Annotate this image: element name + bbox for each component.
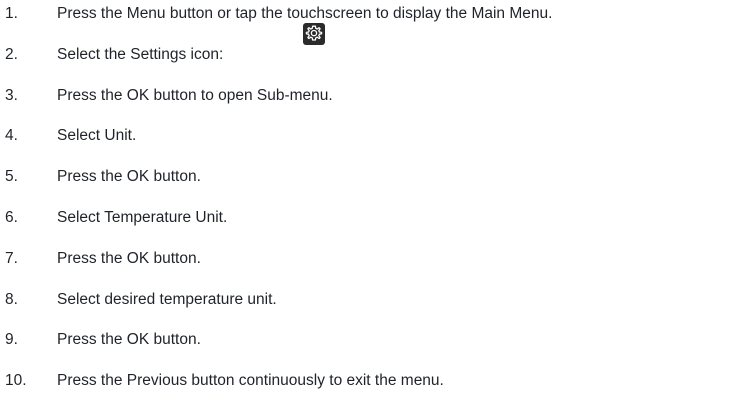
gear-icon bbox=[303, 23, 325, 45]
instruction-list: 1. Press the Menu button or tap the touc… bbox=[0, 5, 741, 413]
list-item: 8. Select desired temperature unit. bbox=[0, 291, 741, 332]
list-item: 1. Press the Menu button or tap the touc… bbox=[0, 5, 741, 46]
step-text: Press the OK button. bbox=[57, 168, 201, 186]
step-number: 3. bbox=[5, 86, 18, 104]
step-number: 4. bbox=[5, 127, 18, 145]
step-text: Select Unit. bbox=[57, 127, 137, 145]
step-text: Select the Settings icon: bbox=[57, 45, 224, 63]
step-text: Press the OK button. bbox=[57, 249, 201, 267]
step-text: Press the OK button to open Sub-menu. bbox=[57, 86, 333, 104]
step-number: 1. bbox=[5, 5, 18, 22]
step-number: 8. bbox=[5, 290, 18, 308]
list-item: 7. Press the OK button. bbox=[0, 250, 741, 291]
list-item: 9. Press the OK button. bbox=[0, 331, 741, 372]
step-number: 6. bbox=[5, 208, 18, 226]
step-number: 5. bbox=[5, 168, 18, 186]
step-text: Press the OK button. bbox=[57, 331, 201, 349]
step-number: 7. bbox=[5, 249, 18, 267]
list-item: 2. Select the Settings icon: bbox=[0, 46, 741, 87]
step-text: Select Temperature Unit. bbox=[57, 208, 228, 226]
list-item: 3. Press the OK button to open Sub-menu. bbox=[0, 87, 741, 128]
step-text: Press the Previous button continuously t… bbox=[57, 372, 444, 390]
step-number: 10. bbox=[5, 372, 27, 390]
step-text: Press the Menu button or tap the touchsc… bbox=[57, 5, 553, 22]
list-item: 5. Press the OK button. bbox=[0, 168, 741, 209]
step-number: 9. bbox=[5, 331, 18, 349]
step-text: Select desired temperature unit. bbox=[57, 290, 277, 308]
step-number: 2. bbox=[5, 45, 18, 63]
list-item: 4. Select Unit. bbox=[0, 127, 741, 168]
list-item: 6. Select Temperature Unit. bbox=[0, 209, 741, 250]
gear-icon-graphic bbox=[305, 25, 323, 41]
list-item: 10. Press the Previous button continuous… bbox=[0, 372, 741, 413]
